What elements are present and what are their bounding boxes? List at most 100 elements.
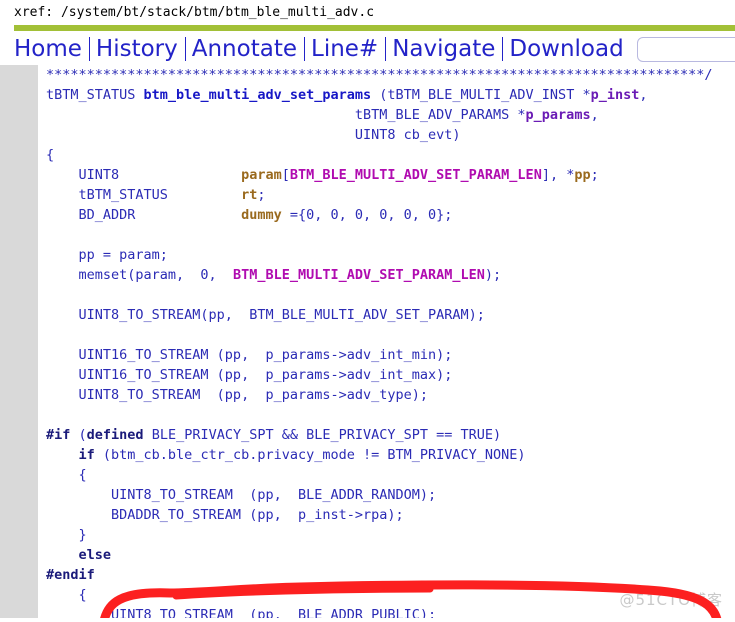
code-token: if — [78, 447, 95, 463]
code-line: 267 UINT8_TO_STREAM (pp, p_params->adv_t… — [0, 385, 735, 405]
code-line: 271 { — [0, 465, 735, 485]
code-token: tBTM_STATUS — [46, 187, 242, 203]
code-text: UINT8_TO_STREAM(pp, BTM_BLE_MULTI_ADV_SE… — [38, 305, 485, 325]
code-token: tBTM_BLE_ADV_PARAMS * — [46, 107, 526, 123]
code-token: tBTM_STATUS — [46, 87, 144, 103]
code-token: } — [46, 527, 87, 543]
code-text: } — [38, 525, 87, 545]
code-line: 268 — [0, 405, 735, 425]
code-text: BD_ADDR dummy ={0, 0, 0, 0, 0, 0}; — [38, 205, 453, 225]
code-text: UINT8 param[BTM_BLE_MULTI_ADV_SET_PARAM_… — [38, 165, 599, 185]
code-line: 255{ — [0, 145, 735, 165]
code-token: ; — [590, 167, 599, 183]
code-line: 258 BD_ADDR dummy ={0, 0, 0, 0, 0, 0}; — [0, 205, 735, 225]
menu-item-history[interactable]: History — [90, 37, 185, 61]
code-token: #endif — [46, 567, 95, 583]
code-rows: 251*************************************… — [0, 65, 735, 618]
code-token: UINT8_TO_STREAM (pp, BLE_ADDR_PUBLIC); — [46, 607, 437, 618]
code-line: 263 UINT8_TO_STREAM(pp, BTM_BLE_MULTI_AD… — [0, 305, 735, 325]
code-token: UINT8_TO_STREAM (pp, p_params->adv_type)… — [46, 387, 429, 403]
code-token: ={0, 0, 0, 0, 0, 0}; — [281, 207, 453, 223]
code-line: 276#endif — [0, 565, 735, 585]
code-line: 251*************************************… — [0, 65, 735, 85]
code-line: 272 UINT8_TO_STREAM (pp, BLE_ADDR_RANDOM… — [0, 485, 735, 505]
code-token: ****************************************… — [46, 67, 713, 83]
code-line: 259 — [0, 225, 735, 245]
code-token: { — [46, 467, 87, 483]
code-token: ( — [70, 427, 87, 443]
watermark-text: @51CTO博客 — [619, 591, 723, 609]
code-text: ****************************************… — [38, 65, 712, 85]
code-token: UINT8_TO_STREAM(pp, BTM_BLE_MULTI_ADV_SE… — [46, 307, 485, 323]
code-token: memset(param, 0, — [46, 267, 233, 283]
code-token: BDADDR_TO_STREAM (pp, p_inst->rpa); — [46, 507, 404, 523]
source-code-listing[interactable]: 251*************************************… — [0, 65, 735, 618]
code-line: 270 if (btm_cb.ble_ctr_cb.privacy_mode !… — [0, 445, 735, 465]
xref-path-header: xref: /system/bt/stack/btm/btm_ble_multi… — [14, 5, 375, 20]
code-token: BTM_BLE_MULTI_ADV_SET_PARAM_LEN — [232, 267, 485, 283]
code-token: UINT16_TO_STREAM (pp, p_params->adv_int_… — [46, 347, 453, 363]
code-line: 275 else — [0, 545, 735, 565]
code-token: , — [590, 107, 599, 123]
code-token: (tBTM_BLE_MULTI_ADV_INST * — [371, 87, 591, 103]
code-token: (btm_cb.ble_ctr_cb.privacy_mode != BTM_P… — [94, 447, 526, 463]
code-token: UINT8 — [46, 167, 242, 183]
code-line: 265 UINT16_TO_STREAM (pp, p_params->adv_… — [0, 345, 735, 365]
code-token: { — [46, 587, 87, 603]
code-token: #if — [46, 427, 71, 443]
code-text: UINT16_TO_STREAM (pp, p_params->adv_int_… — [38, 345, 453, 365]
code-text: UINT8_TO_STREAM (pp, BLE_ADDR_PUBLIC); — [38, 605, 436, 618]
code-text: tBTM_STATUS rt; — [38, 185, 266, 205]
code-text: UINT8_TO_STREAM (pp, BLE_ADDR_RANDOM); — [38, 485, 436, 505]
menu-bar: Home History Annotate Line# Navigate Dow… — [0, 31, 735, 65]
code-text: UINT8_TO_STREAM (pp, p_params->adv_type)… — [38, 385, 429, 405]
code-text: UINT8 cb_evt) — [38, 125, 461, 145]
menu-item-annotate[interactable]: Annotate — [186, 37, 304, 61]
menu-item-home[interactable]: Home — [14, 37, 89, 61]
code-text: tBTM_STATUS btm_ble_multi_adv_set_params… — [38, 85, 648, 105]
code-token: ); — [484, 267, 502, 283]
code-text: tBTM_BLE_ADV_PARAMS *p_params, — [38, 105, 599, 125]
code-token: { — [46, 147, 55, 163]
code-text: if (btm_cb.ble_ctr_cb.privacy_mode != BT… — [38, 445, 526, 465]
code-token: ; — [257, 187, 266, 203]
code-line: 252tBTM_STATUS btm_ble_multi_adv_set_par… — [0, 85, 735, 105]
code-token: pp — [574, 167, 591, 183]
code-text: #if (defined BLE_PRIVACY_SPT && BLE_PRIV… — [38, 425, 501, 445]
code-token: [ — [281, 167, 290, 183]
code-text: { — [38, 465, 87, 485]
code-token: , — [639, 87, 648, 103]
code-line: 261 memset(param, 0, BTM_BLE_MULTI_ADV_S… — [0, 265, 735, 285]
code-token: defined — [86, 427, 144, 443]
menu-item-line-number[interactable]: Line# — [305, 37, 385, 61]
code-token: ], * — [541, 167, 575, 183]
code-text: pp = param; — [38, 245, 168, 265]
code-token: BTM_BLE_MULTI_ADV_SET_PARAM_LEN — [289, 167, 542, 183]
code-line: 266 UINT16_TO_STREAM (pp, p_params->adv_… — [0, 365, 735, 385]
code-text: else — [38, 545, 112, 565]
code-line: 257 tBTM_STATUS rt; — [0, 185, 735, 205]
code-token: p_params — [525, 107, 591, 123]
code-token: dummy — [241, 207, 282, 223]
code-token: BD_ADDR — [46, 207, 242, 223]
code-token: rt — [241, 187, 258, 203]
code-text: { — [38, 145, 54, 165]
code-line: 274 } — [0, 525, 735, 545]
code-token: else — [78, 547, 112, 563]
code-line: 254 UINT8 cb_evt) — [0, 125, 735, 145]
search-input[interactable] — [636, 36, 735, 62]
menu-item-download[interactable]: Download — [503, 37, 630, 61]
menu-item-navigate[interactable]: Navigate — [386, 37, 502, 61]
code-text: UINT16_TO_STREAM (pp, p_params->adv_int_… — [38, 365, 453, 385]
code-token: UINT8_TO_STREAM (pp, BLE_ADDR_RANDOM); — [46, 487, 437, 503]
code-token: btm_ble_multi_adv_set_params — [143, 87, 372, 103]
code-token: UINT16_TO_STREAM (pp, p_params->adv_int_… — [46, 367, 453, 383]
code-line: 273 BDADDR_TO_STREAM (pp, p_inst->rpa); — [0, 505, 735, 525]
xref-page: xref: /system/bt/stack/btm/btm_ble_multi… — [0, 0, 735, 622]
code-text: BDADDR_TO_STREAM (pp, p_inst->rpa); — [38, 505, 404, 525]
code-line: 260 pp = param; — [0, 245, 735, 265]
code-line: 264 — [0, 325, 735, 345]
code-line: 269#if (defined BLE_PRIVACY_SPT && BLE_P… — [0, 425, 735, 445]
code-line: 262 — [0, 285, 735, 305]
